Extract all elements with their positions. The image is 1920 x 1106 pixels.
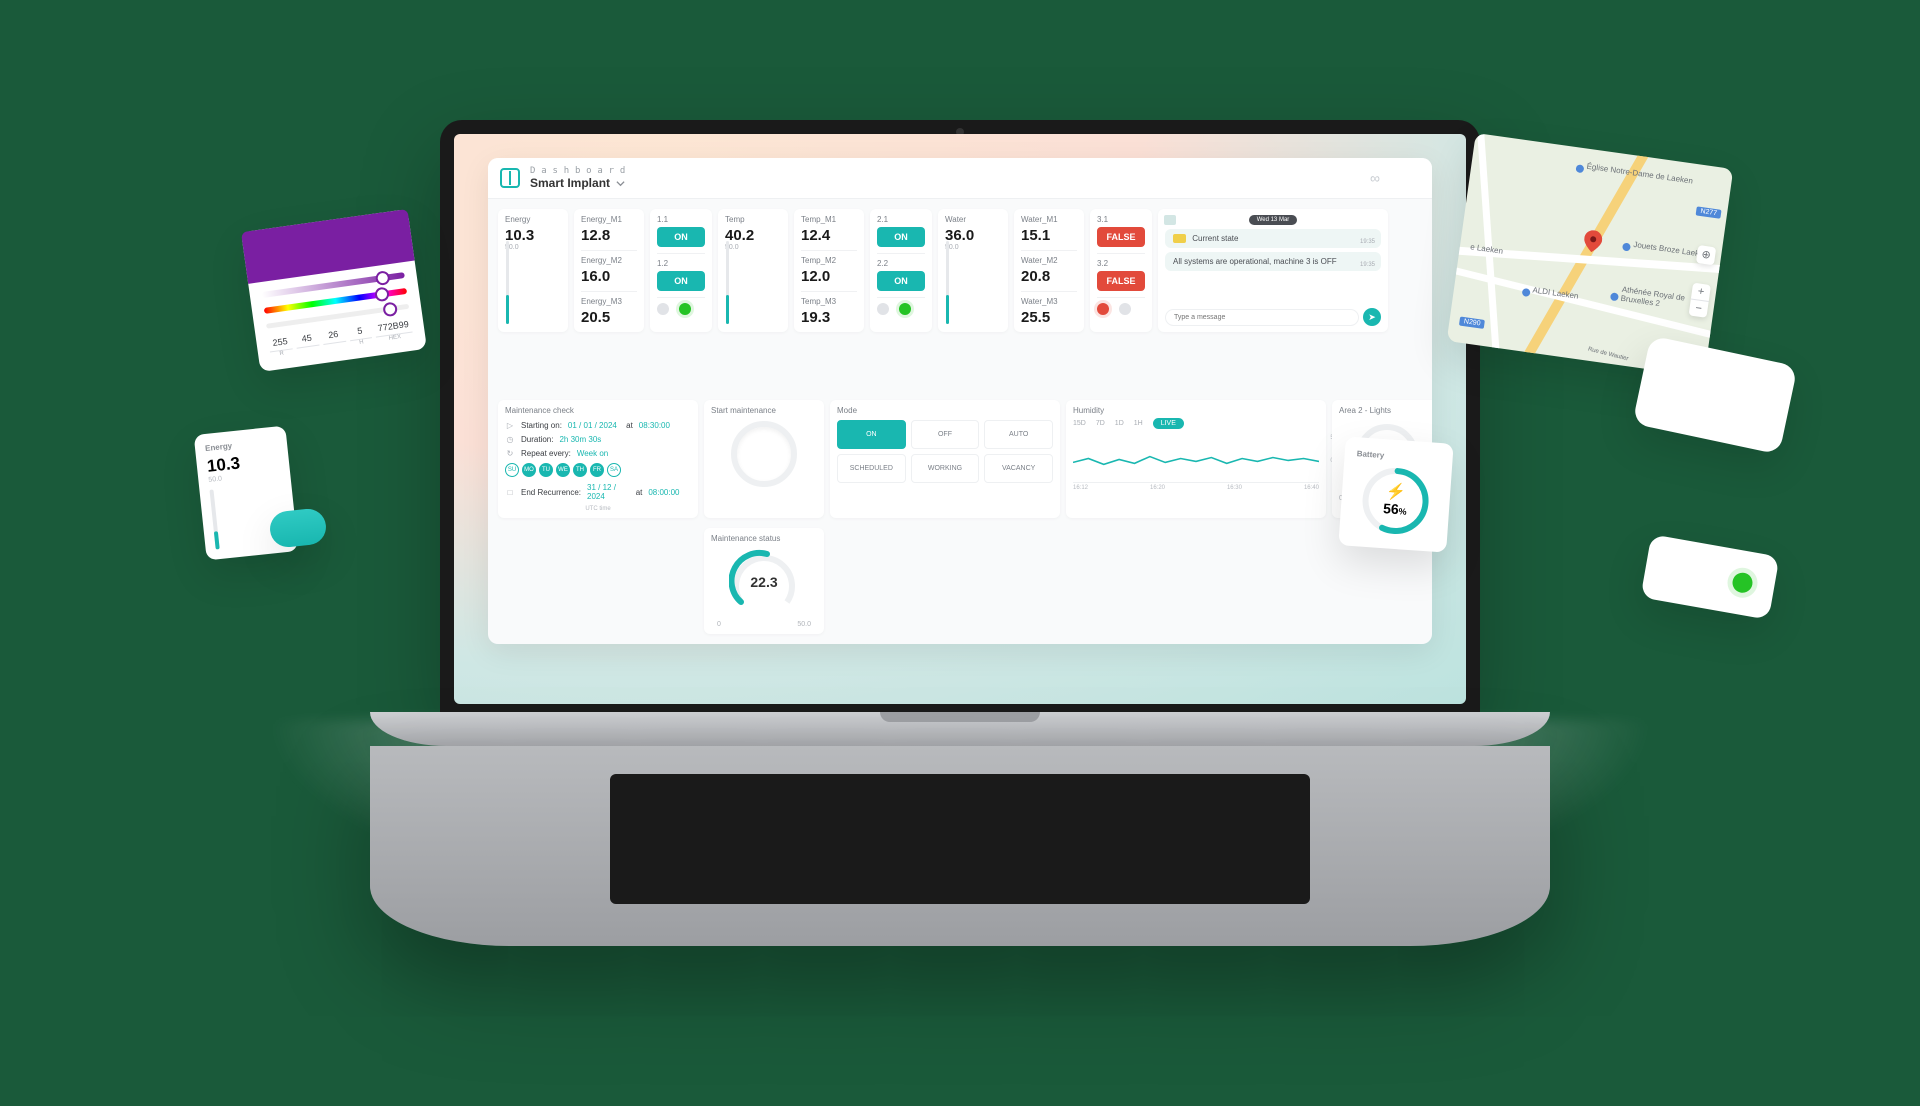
- range-tab-15d[interactable]: 15D: [1073, 420, 1086, 427]
- humidity-card: Humidity 15D7D1D1HLIVE 500 16:1216:2016:…: [1066, 400, 1326, 518]
- weekday-su[interactable]: SU: [505, 463, 519, 477]
- energy-sub-card: Energy_M1 12.8 Energy_M216.0 Energy_M320…: [574, 209, 644, 332]
- range-tab-1h[interactable]: 1H: [1134, 420, 1143, 427]
- device-title: Smart Implant: [530, 176, 610, 190]
- chat-date-badge: Wed 13 Mar: [1249, 215, 1298, 225]
- status-dot-red: [1097, 303, 1109, 315]
- col1-state-card: 1.1 ON 1.2ON: [650, 209, 712, 332]
- toggle-card-widget[interactable]: [1640, 534, 1779, 620]
- energy-value: 10.3: [505, 227, 561, 244]
- infinity-icon: ∞: [1370, 170, 1380, 186]
- water-sub-card: Water_M115.1 Water_M220.8 Water_M325.5: [1014, 209, 1084, 332]
- chat-message: All systems are operational, machine 3 i…: [1165, 252, 1381, 271]
- bot-badge-icon: [1173, 234, 1186, 243]
- temp-card: Temp 40.2 50.0: [718, 209, 788, 332]
- laptop-mockup: D a s h b o a r d Smart Implant ∞ Energy…: [440, 120, 1480, 946]
- weekday-th[interactable]: TH: [573, 463, 587, 477]
- mode-button-auto[interactable]: AUTO: [984, 420, 1053, 449]
- time-range-tabs[interactable]: 15D 7D 1D 1H LIVE: [1073, 418, 1319, 429]
- topbar: D a s h b o a r d Smart Implant ∞: [488, 158, 1432, 199]
- chat-expand-icon[interactable]: [1164, 215, 1176, 225]
- metrics-grid: Energy 10.3 50.0 Energy_M1 12.8 Energy_M…: [488, 199, 1432, 390]
- battery-widget: Battery ⚡56%: [1338, 436, 1453, 552]
- mode-button-working[interactable]: WORKING: [911, 454, 980, 483]
- weekday-fr[interactable]: FR: [590, 463, 604, 477]
- send-button[interactable]: ➤: [1363, 308, 1381, 326]
- col2-state-card: 2.1ON 2.2ON: [870, 209, 932, 332]
- energy-bar: [506, 241, 509, 324]
- map-locate-button[interactable]: ⊕: [1696, 245, 1716, 265]
- chevron-down-icon: [616, 179, 625, 188]
- energy-label: Energy: [505, 215, 561, 224]
- chat-message: Current state 19:35: [1165, 229, 1381, 248]
- breadcrumb: D a s h b o a r d: [530, 166, 626, 176]
- weekday-tu[interactable]: TU: [539, 463, 553, 477]
- status-dot-off: [657, 303, 669, 315]
- start-maintenance-card: Start maintenance: [704, 400, 824, 518]
- weekday-we[interactable]: WE: [556, 463, 570, 477]
- stop-icon: □: [505, 488, 515, 497]
- chat-input[interactable]: [1165, 309, 1359, 326]
- energy-bar-icon: [209, 489, 219, 549]
- repeat-icon: ↻: [505, 449, 515, 458]
- weekday-mo[interactable]: MO: [522, 463, 536, 477]
- clock-icon: ◷: [505, 435, 515, 444]
- sidebar-toggle-icon[interactable]: [500, 168, 520, 188]
- mode-card: Mode ONOFFAUTOSCHEDULEDWORKINGVACANCY: [830, 400, 1060, 518]
- energy-card: Energy 10.3 50.0: [498, 209, 568, 332]
- mode-button-off[interactable]: OFF: [911, 420, 980, 449]
- blank-card-widget: [1632, 335, 1797, 454]
- state-pill-31[interactable]: FALSE: [1097, 227, 1145, 247]
- state-pill-21[interactable]: ON: [877, 227, 925, 247]
- maintenance-status-card: Maintenance status 22.3 050.0: [704, 528, 824, 634]
- device-selector[interactable]: Smart Implant: [530, 176, 626, 190]
- map-widget[interactable]: Église Notre-Dame de Laeken N277 Jouets …: [1447, 133, 1734, 377]
- start-maintenance-button[interactable]: [731, 421, 797, 487]
- state-pill-22[interactable]: ON: [877, 271, 925, 291]
- state-pill-32[interactable]: FALSE: [1097, 271, 1145, 291]
- weekday-selector[interactable]: SUMOTUWETHFRSA: [505, 463, 691, 477]
- map-pin-icon: [1583, 229, 1604, 253]
- mode-button-on[interactable]: ON: [837, 420, 906, 449]
- weekday-sa[interactable]: SA: [607, 463, 621, 477]
- range-tab-live[interactable]: LIVE: [1153, 418, 1184, 429]
- state-pill-12[interactable]: ON: [657, 271, 705, 291]
- color-picker-widget[interactable]: 255 45 26 5 772B99 R H HEX: [241, 209, 427, 372]
- range-tab-1d[interactable]: 1D: [1115, 420, 1124, 427]
- mode-button-vacancy[interactable]: VACANCY: [984, 454, 1053, 483]
- color-swatch: [241, 209, 415, 284]
- humidity-sparkline: 500: [1073, 435, 1319, 483]
- col3-state-card: 3.1FALSE 3.2FALSE: [1090, 209, 1152, 332]
- water-card: Water 36.0 50.0: [938, 209, 1008, 332]
- mode-button-scheduled[interactable]: SCHEDULED: [837, 454, 906, 483]
- status-dot-green: [1731, 571, 1754, 594]
- state-pill-11[interactable]: ON: [657, 227, 705, 247]
- maintenance-check-card: Maintenance check ▷Starting on:01 / 01 /…: [498, 400, 698, 518]
- dashboard-app: D a s h b o a r d Smart Implant ∞ Energy…: [488, 158, 1432, 644]
- temp-sub-card: Temp_M112.4 Temp_M212.0 Temp_M319.3: [794, 209, 864, 332]
- status-dot-on: [679, 303, 691, 315]
- maintenance-gauge: 22.3: [729, 547, 799, 617]
- chat-panel: Wed 13 Mar Current state 19:35 All syste…: [1158, 209, 1388, 332]
- pill-toggle-widget[interactable]: [268, 507, 327, 549]
- bolt-icon: ⚡: [1386, 484, 1407, 501]
- play-icon: ▷: [505, 421, 515, 430]
- range-tab-7d[interactable]: 7D: [1096, 420, 1105, 427]
